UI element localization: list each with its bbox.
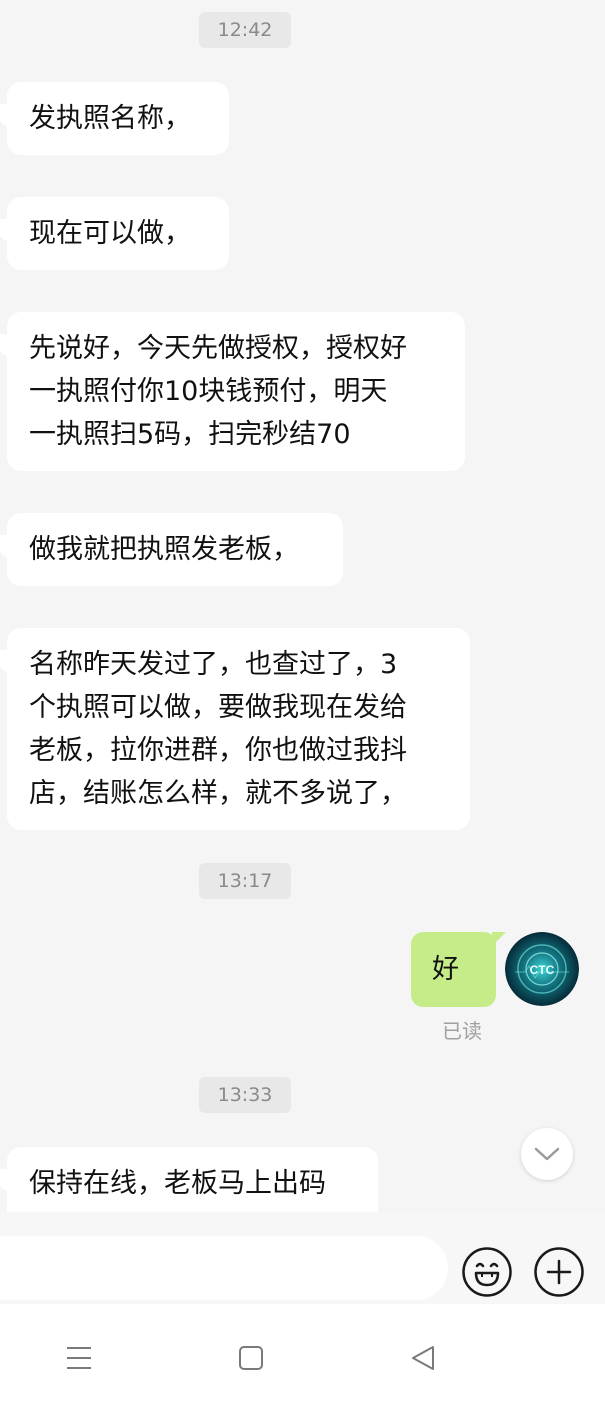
incoming-message[interactable]: 名称昨天发过了，也查过了，3 个执照可以做，要做我现在发给 老板，拉你进群，你也…: [0, 628, 470, 830]
incoming-message[interactable]: 先说好，今天先做授权，授权好 一执照付你10块钱预付，明天 一执照扫5码，扫完秒…: [0, 312, 465, 471]
plus-circle-icon: [534, 1247, 584, 1297]
smiley-face-icon: [462, 1247, 512, 1297]
scroll-to-bottom-button[interactable]: [521, 1128, 573, 1180]
avatar-logo-text: CTC: [530, 963, 555, 977]
chevron-down-icon: [534, 1147, 560, 1161]
incoming-message[interactable]: 保持在线，老板马上出码: [0, 1147, 378, 1212]
avatar-image: CTC: [505, 932, 579, 1006]
message-input[interactable]: [0, 1236, 448, 1300]
timestamp: 13:17: [199, 863, 291, 899]
system-navigation-bar: [0, 1304, 605, 1407]
incoming-message[interactable]: 做我就把执照发老板，: [0, 513, 343, 586]
square-icon: [239, 1346, 263, 1370]
menu-button[interactable]: [61, 1340, 97, 1376]
incoming-message[interactable]: 发执照名称，: [0, 82, 229, 155]
outgoing-message[interactable]: 好: [411, 932, 506, 1007]
avatar[interactable]: CTC: [505, 932, 579, 1006]
emoji-button[interactable]: [461, 1246, 513, 1298]
menu-icon: [67, 1347, 91, 1369]
home-button[interactable]: [233, 1340, 269, 1376]
add-button[interactable]: [533, 1246, 585, 1298]
timestamp: 12:42: [199, 12, 291, 48]
input-bar: [0, 1212, 605, 1304]
timestamp: 13:33: [199, 1077, 291, 1113]
back-triangle-icon: [412, 1346, 434, 1370]
read-receipt: 已读: [442, 1019, 482, 1043]
incoming-message[interactable]: 现在可以做，: [0, 197, 229, 270]
chat-area[interactable]: 12:42 发执照名称， 现在可以做， 先说好，今天先做授权，授权好 一执照付你…: [0, 0, 605, 1212]
back-button[interactable]: [405, 1340, 441, 1376]
